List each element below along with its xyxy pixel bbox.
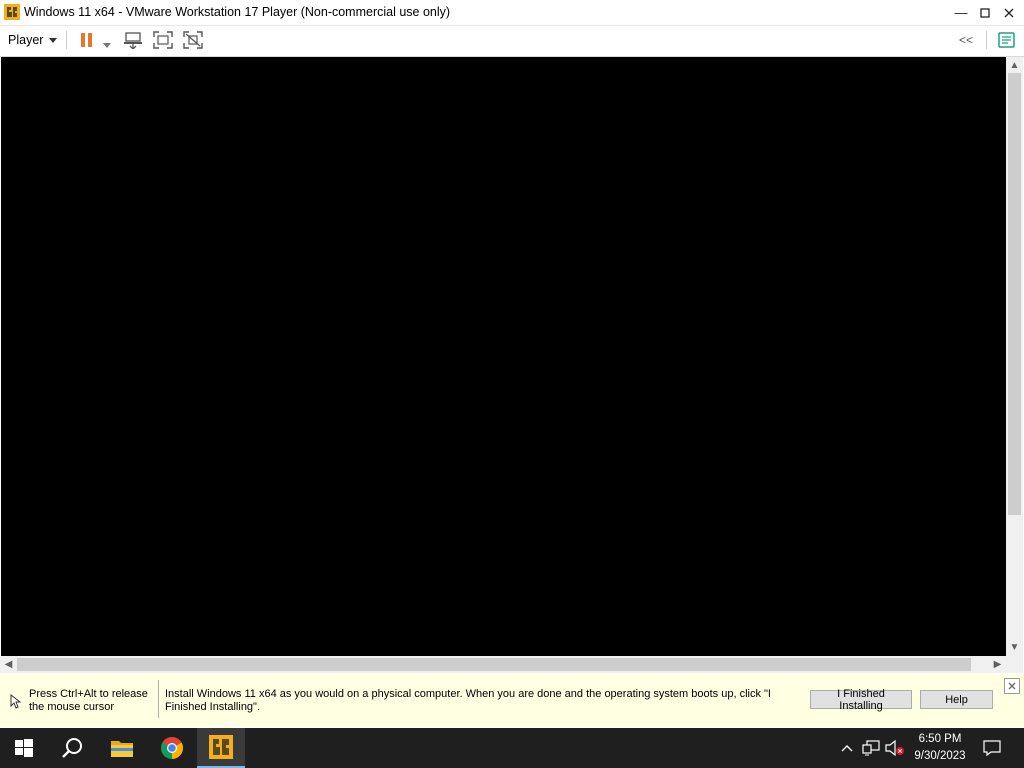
toolbar-divider — [986, 31, 987, 49]
chevron-down-icon — [49, 37, 58, 43]
unity-mode-icon[interactable] — [181, 29, 205, 51]
horizontal-scroll-thumb[interactable] — [17, 658, 971, 671]
notifications-icon[interactable] — [982, 738, 1002, 758]
vmware-player-taskbar-button[interactable] — [197, 728, 245, 768]
vmware-player-icon — [209, 735, 233, 759]
clock-date: 9/30/2023 — [914, 750, 966, 762]
library-icon[interactable] — [995, 29, 1019, 51]
install-message: Install Windows 11 x64 as you would on a… — [165, 688, 771, 713]
maximize-icon[interactable] — [973, 0, 997, 25]
finished-installing-button[interactable]: I Finished Installing — [810, 688, 912, 712]
system-clock[interactable]: 6:50 PM 9/30/2023 — [904, 731, 976, 765]
scroll-right-icon[interactable]: ▶ — [990, 657, 1005, 672]
clock-time: 6:50 PM — [918, 733, 962, 745]
send-ctrl-alt-del-icon[interactable] — [121, 29, 145, 51]
collapse-toolbar-button[interactable]: << — [959, 33, 973, 47]
pause-dropdown-icon[interactable] — [103, 37, 111, 51]
start-icon[interactable] — [0, 728, 48, 768]
minimize-icon[interactable]: — — [949, 0, 973, 25]
network-icon[interactable] — [861, 738, 881, 758]
window-title: Windows 11 x64 - VMware Workstation 17 P… — [24, 5, 451, 19]
pause-icon[interactable] — [75, 29, 99, 51]
close-message-icon[interactable] — [1004, 678, 1020, 694]
file-explorer-icon[interactable] — [98, 728, 146, 768]
search-icon[interactable] — [48, 728, 96, 768]
toolbar-divider — [66, 31, 67, 49]
mouse-cursor-icon — [10, 693, 22, 712]
message-divider — [158, 680, 159, 718]
full-screen-icon[interactable] — [151, 29, 175, 51]
scroll-up-icon[interactable]: ▲ — [1006, 58, 1023, 73]
vertical-scroll-thumb[interactable] — [1008, 73, 1021, 515]
show-hidden-icons-icon[interactable] — [837, 738, 857, 758]
scroll-corner — [1006, 656, 1023, 673]
chrome-icon[interactable] — [148, 728, 196, 768]
volume-muted-icon[interactable] — [885, 738, 905, 758]
vm-display[interactable] — [1, 57, 1006, 656]
help-button[interactable]: Help — [920, 690, 993, 709]
scroll-left-icon[interactable]: ◀ — [1, 657, 16, 672]
player-menu-button[interactable]: Player — [8, 33, 58, 47]
scroll-down-icon[interactable]: ▼ — [1006, 640, 1023, 655]
close-icon[interactable] — [997, 0, 1021, 25]
release-cursor-hint: Press Ctrl+Alt to release the mouse curs… — [29, 688, 148, 713]
player-menu-label: Player — [8, 33, 44, 47]
vmware-player-icon[interactable] — [4, 4, 20, 20]
